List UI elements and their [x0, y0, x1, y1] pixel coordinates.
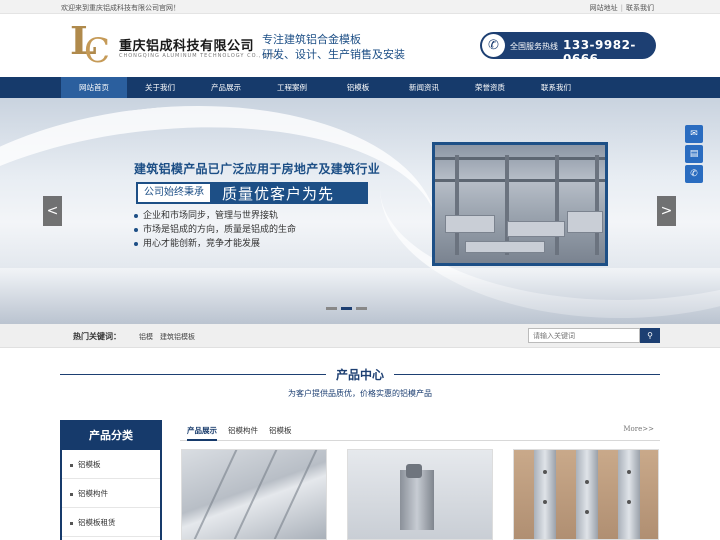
banner-point: 市场是铝成的方向，质量是铝成的生命 — [134, 223, 296, 237]
search-input[interactable] — [528, 328, 640, 343]
banner-prev-button[interactable]: < — [43, 196, 62, 226]
phone-icon[interactable]: ✆ — [685, 165, 703, 183]
banner-point: 企业和市场同步，管理与世界接轨 — [134, 209, 296, 223]
product-card[interactable] — [513, 449, 659, 540]
floating-toolbar: ✉ ▤ ✆ — [685, 125, 703, 185]
top-links: 网站地址 | 联系我们 — [589, 4, 654, 12]
hot-keyword-link[interactable]: 铝模 — [139, 332, 153, 342]
nav-item-home[interactable]: 网站首页 — [61, 77, 127, 98]
chat-icon[interactable]: ✉ — [685, 125, 703, 143]
banner-dot[interactable] — [356, 307, 367, 310]
category-title: 产品分类 — [62, 422, 160, 450]
category-item[interactable]: 铝模构件 — [62, 479, 160, 508]
product-category-panel: 产品分类 铝模板 铝模构件 铝模板租赁 — [60, 420, 162, 540]
doc-icon[interactable]: ▤ — [685, 145, 703, 163]
banner-dot-active[interactable] — [341, 307, 352, 310]
nav-item-honors[interactable]: 荣誉资质 — [457, 77, 523, 98]
slogan-line-1: 专注建筑铝合金模板 — [262, 33, 361, 46]
section-subtitle: 为客户提供品质优，价格实惠的铝模产品 — [288, 389, 432, 398]
hotline-number: 133-9982-0666 — [563, 38, 636, 66]
banner-point: 用心才能创新，竞争才能发展 — [134, 237, 296, 251]
slogan-line-2: 研发、设计、生产销售及安装 — [262, 48, 405, 61]
nav-item-news[interactable]: 新闻资讯 — [391, 77, 457, 98]
hotline-badge: ✆ 全国服务热线 133-9982-0666 — [480, 32, 656, 66]
welcome-text: 欢迎来到重庆铝成科技有限公司官网！ — [61, 4, 180, 12]
company-name-en: CHONGQING ALUMINUM TECHNOLOGY CO., LTD — [119, 53, 277, 59]
search-strip: 热门关键词： 铝模 建筑铝模板 ⚲ — [0, 324, 720, 348]
banner-next-button[interactable]: > — [657, 196, 676, 226]
banner-pagination — [326, 307, 367, 310]
tab-product-display[interactable]: 产品展示 — [187, 421, 217, 441]
main-nav: 网站首页 关于我们 产品展示 工程案例 铝模板 新闻资讯 荣誉资质 联系我们 — [0, 77, 720, 98]
product-card[interactable] — [181, 449, 327, 540]
company-name: 重庆铝成科技有限公司 — [119, 39, 255, 54]
banner-tagline: 公司始终秉承 质量优客户为先 — [136, 182, 368, 204]
search-button[interactable]: ⚲ — [640, 328, 660, 343]
product-card[interactable] — [347, 449, 493, 540]
sitemap-link[interactable]: 网站地址 — [590, 4, 618, 12]
hot-keywords-label: 热门关键词： — [73, 332, 121, 341]
nav-item-products[interactable]: 产品展示 — [193, 77, 259, 98]
hot-keyword-link[interactable]: 建筑铝模板 — [160, 332, 195, 342]
banner-dot[interactable] — [326, 307, 337, 310]
top-bar: 欢迎来到重庆铝成科技有限公司官网！ 网站地址 | 联系我们 — [0, 0, 720, 14]
nav-item-aluminum-formwork[interactable]: 铝模板 — [325, 77, 391, 98]
phone-icon: ✆ — [482, 34, 505, 57]
nav-item-cases[interactable]: 工程案例 — [259, 77, 325, 98]
factory-photo — [432, 142, 608, 266]
category-item[interactable]: 铝模板租赁 — [62, 508, 160, 537]
tagline-prefix: 公司始终秉承 — [138, 184, 210, 202]
tagline-main: 质量优客户为先 — [222, 185, 335, 203]
hero-banner: 建筑铝模产品已广泛应用于房地产及建筑行业 公司始终秉承 质量优客户为先 企业和市… — [0, 98, 720, 324]
tab-formwork-components[interactable]: 铝模构件 — [228, 421, 258, 441]
nav-item-about[interactable]: 关于我们 — [127, 77, 193, 98]
search-icon: ⚲ — [647, 331, 653, 340]
more-link[interactable]: More>> — [623, 425, 654, 433]
product-tabs: 产品展示 铝模构件 铝模板 More>> — [180, 421, 660, 441]
hotline-label: 全国服务热线 — [510, 42, 558, 51]
company-logo[interactable]: LC — [70, 22, 112, 72]
contact-link[interactable]: 联系我们 — [626, 4, 654, 12]
banner-points: 企业和市场同步，管理与世界接轨 市场是铝成的方向，质量是铝成的生命 用心才能创新… — [134, 209, 296, 251]
site-header: LC 重庆铝成科技有限公司 CHONGQING ALUMINUM TECHNOL… — [0, 14, 720, 76]
category-item[interactable]: 铝模板 — [62, 450, 160, 479]
heading-divider — [394, 374, 660, 375]
tab-formwork[interactable]: 铝模板 — [269, 421, 292, 441]
nav-item-contact[interactable]: 联系我们 — [523, 77, 589, 98]
banner-title: 建筑铝模产品已广泛应用于房地产及建筑行业 — [134, 162, 381, 176]
